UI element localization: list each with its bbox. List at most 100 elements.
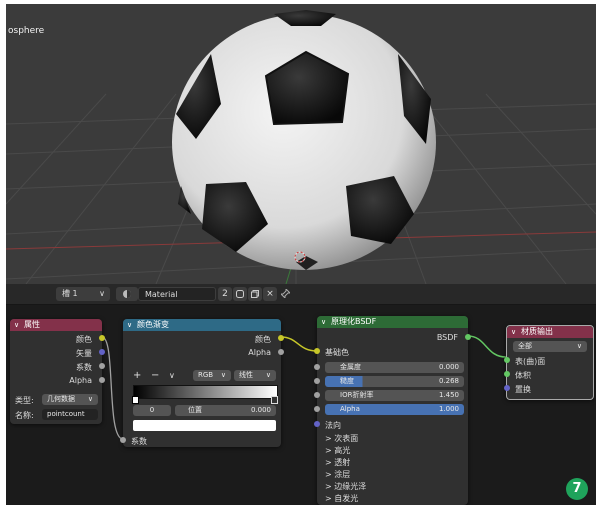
- material-output-node[interactable]: ∨ 材质输出 全部 ∨ 表(曲)面 体积 置换: [504, 325, 594, 400]
- ior-field[interactable]: IOR折射率 1.450: [325, 390, 464, 401]
- chevron-right-icon: >: [325, 434, 335, 443]
- attribute-name-field[interactable]: pointcount: [42, 409, 98, 420]
- panel-coat-label: 涂层: [334, 470, 351, 479]
- attribute-node-title: 属性: [24, 320, 40, 329]
- principled-bsdf-node[interactable]: ∨ 原理化BSDF BSDF 基础色 金属度 0.000 糙度 0.268 IO…: [314, 316, 471, 505]
- interpolation-value: 线性: [239, 371, 253, 379]
- ramp-stop-black[interactable]: [132, 396, 139, 404]
- output-node-header[interactable]: ∨ 材质输出: [507, 326, 593, 338]
- surface-socket[interactable]: [504, 357, 510, 363]
- blender-window: osphere 槽 1 ∨ Material 2 × ∨ 属性 颜色 矢量 系数…: [6, 4, 596, 505]
- chevron-right-icon: >: [325, 458, 335, 467]
- displacement-socket[interactable]: [504, 385, 510, 391]
- active-stop-index[interactable]: 0: [133, 405, 171, 416]
- metallic-field[interactable]: 金属度 0.000: [325, 362, 464, 373]
- chevron-down-icon: ∨: [99, 289, 105, 298]
- metallic-socket[interactable]: [314, 364, 320, 370]
- fake-user-icon[interactable]: [233, 287, 247, 301]
- volume-label: 体积: [515, 371, 531, 380]
- close-icon[interactable]: ×: [263, 287, 277, 301]
- add-stop-button[interactable]: +: [133, 370, 141, 381]
- panel-specular-label: 高光: [334, 446, 351, 455]
- ramp-stop-white[interactable]: [271, 396, 278, 404]
- panel-subsurface-label: 次表面: [334, 434, 359, 443]
- attribute-node-header[interactable]: ∨ 属性: [10, 319, 102, 331]
- base-color-socket[interactable]: [314, 348, 320, 354]
- ramp-output-alpha-label: Alpha: [248, 348, 271, 357]
- color-ramp-node-title: 颜色渐变: [137, 320, 169, 329]
- collapse-chevron-icon[interactable]: ∨: [511, 326, 516, 338]
- color-mode-value: RGB: [198, 371, 214, 379]
- slot-label: 槽 1: [62, 289, 78, 298]
- output-alpha-socket[interactable]: [99, 377, 105, 383]
- normal-label: 法向: [325, 421, 341, 430]
- copy-icon[interactable]: [248, 287, 262, 301]
- viewport-grid: [6, 10, 596, 284]
- base-color-label: 基础色: [325, 348, 349, 357]
- roughness-socket[interactable]: [314, 378, 320, 384]
- output-target-dropdown[interactable]: 全部 ∨: [513, 341, 587, 352]
- remove-stop-button[interactable]: −: [151, 370, 159, 381]
- pin-icon[interactable]: [278, 287, 292, 301]
- output-alpha-label: Alpha: [69, 376, 92, 385]
- color-ramp-gradient[interactable]: [133, 385, 278, 399]
- ramp-input-factor-socket[interactable]: [120, 437, 126, 443]
- panel-subsurface[interactable]: > 次表面: [325, 433, 358, 444]
- panel-emission[interactable]: > 自发光: [325, 493, 358, 504]
- collapse-chevron-icon[interactable]: ∨: [127, 319, 132, 331]
- color-ramp-node-header[interactable]: ∨ 颜色渐变: [123, 319, 281, 331]
- output-target-value: 全部: [518, 342, 532, 350]
- material-browse-icon[interactable]: [116, 287, 138, 301]
- panel-transmission-label: 透射: [334, 458, 351, 467]
- bsdf-output-socket[interactable]: [465, 334, 471, 340]
- panel-sheen-label: 边缘光泽: [334, 482, 367, 491]
- alpha-field[interactable]: Alpha 1.000: [325, 404, 464, 415]
- roughness-field[interactable]: 糙度 0.268: [325, 376, 464, 387]
- roughness-label: 糙度: [340, 377, 354, 385]
- color-ramp-node[interactable]: ∨ 颜色渐变 颜色 Alpha + − ∨ RGB ∨ 线性 ∨ 0 位置 0.…: [120, 319, 284, 447]
- type-label: 类型:: [15, 396, 34, 405]
- interpolation-dropdown[interactable]: 线性 ∨: [234, 370, 276, 381]
- bsdf-node-header[interactable]: ∨ 原理化BSDF: [317, 316, 468, 328]
- material-name-field[interactable]: Material: [138, 287, 216, 301]
- collapse-chevron-icon[interactable]: ∨: [14, 319, 19, 331]
- volume-socket[interactable]: [504, 371, 510, 377]
- normal-socket[interactable]: [314, 421, 320, 427]
- type-dropdown[interactable]: 几何数据 ∨: [42, 394, 98, 405]
- ramp-input-factor-label: 系数: [131, 437, 147, 446]
- roughness-value: 0.268: [438, 377, 459, 385]
- chevron-down-icon: ∨: [87, 395, 93, 403]
- panel-coat[interactable]: > 涂层: [325, 469, 350, 480]
- stop-color-swatch[interactable]: [133, 420, 276, 431]
- panel-transmission[interactable]: > 透射: [325, 457, 350, 468]
- ramp-output-color-label: 颜色: [255, 335, 271, 344]
- output-node-title: 材质输出: [521, 327, 553, 336]
- stop-position-field[interactable]: 位置 0.000: [175, 405, 276, 416]
- output-factor-label: 系数: [76, 363, 92, 372]
- attribute-name-value: pointcount: [47, 410, 85, 418]
- ramp-output-color-socket[interactable]: [278, 335, 284, 341]
- collapse-chevron-icon[interactable]: ∨: [321, 316, 326, 328]
- step-number-badge: 7: [566, 478, 588, 500]
- attribute-node[interactable]: ∨ 属性 颜色 矢量 系数 Alpha 类型: 几何数据 ∨ 名称: point…: [10, 319, 105, 424]
- ior-value: 1.450: [438, 391, 459, 399]
- output-vector-socket[interactable]: [99, 349, 105, 355]
- panel-specular[interactable]: > 高光: [325, 445, 350, 456]
- output-color-socket[interactable]: [99, 335, 105, 341]
- output-factor-socket[interactable]: [99, 363, 105, 369]
- ramp-menu-icon[interactable]: ∨: [169, 371, 175, 380]
- ramp-output-alpha-socket[interactable]: [278, 349, 284, 355]
- shader-node-editor[interactable]: ∨ 属性 颜色 矢量 系数 Alpha 类型: 几何数据 ∨ 名称: point…: [6, 305, 596, 505]
- 3d-viewport[interactable]: osphere: [6, 4, 596, 284]
- color-mode-dropdown[interactable]: RGB ∨: [193, 370, 231, 381]
- displacement-label: 置换: [515, 385, 531, 394]
- alpha-label: Alpha: [340, 405, 360, 413]
- position-value: 0.000: [250, 406, 271, 414]
- panel-sheen[interactable]: > 边缘光泽: [325, 481, 366, 492]
- node-editor-header: 槽 1 ∨ Material 2 ×: [6, 284, 596, 305]
- user-count[interactable]: 2: [218, 287, 232, 301]
- alpha-value: 1.000: [438, 405, 459, 413]
- slot-dropdown[interactable]: 槽 1 ∨: [56, 287, 110, 301]
- alpha-socket[interactable]: [314, 406, 320, 412]
- ior-socket[interactable]: [314, 392, 320, 398]
